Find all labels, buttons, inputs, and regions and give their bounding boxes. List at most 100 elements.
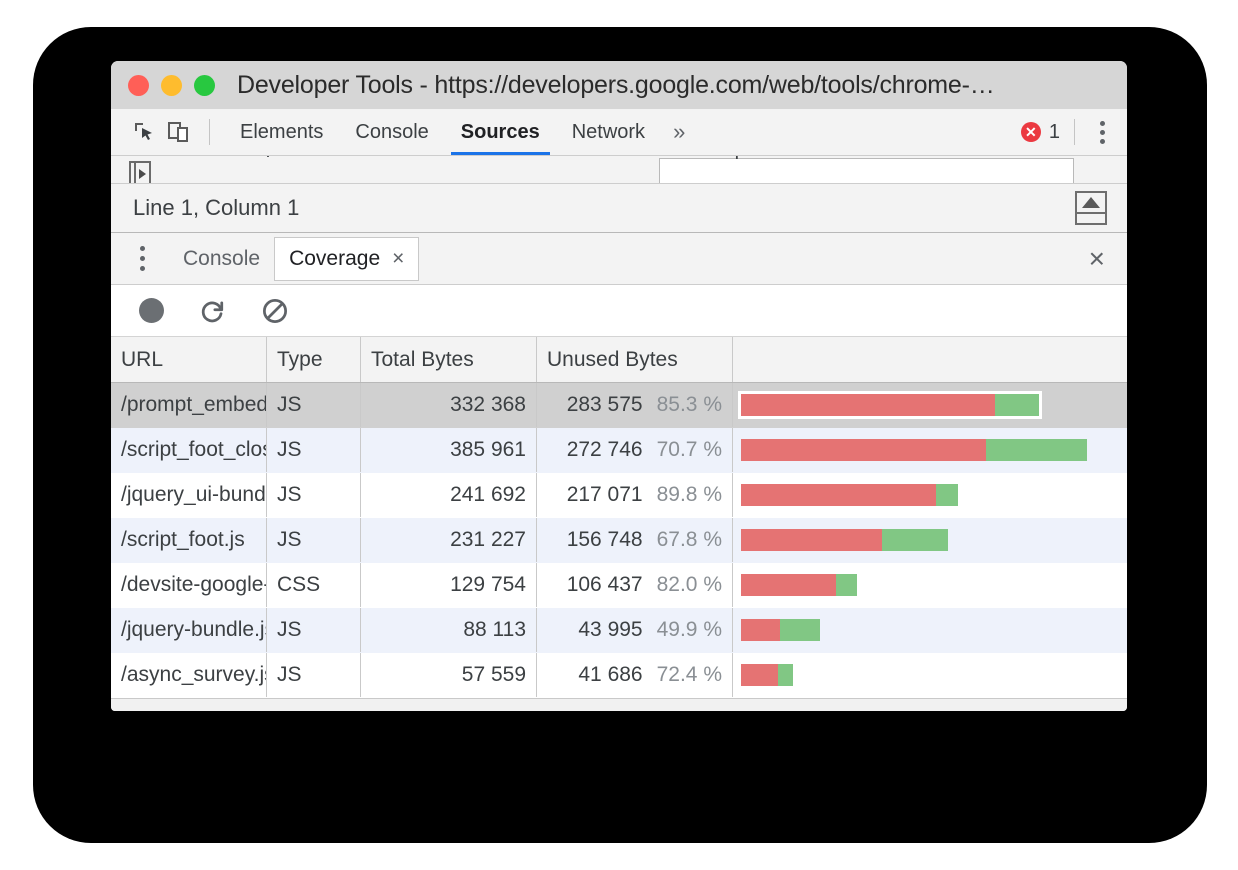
- devtools-window: Developer Tools - https://developers.goo…: [111, 61, 1127, 711]
- tab-elements[interactable]: Elements: [224, 109, 339, 155]
- coverage-bar-used: [935, 484, 958, 506]
- window-title-bar: Developer Tools - https://developers.goo…: [111, 61, 1127, 109]
- toolbar-divider: [1074, 119, 1075, 145]
- cell-unused-bytes: 283 575 85.3 %: [537, 383, 733, 427]
- cell-unused-bytes: 217 071 89.8 %: [537, 473, 733, 517]
- cell-total-bytes: 88 113: [361, 608, 537, 652]
- column-header-unused-bytes[interactable]: Unused Bytes: [537, 337, 733, 382]
- close-drawer-icon[interactable]: ×: [1089, 244, 1105, 273]
- coverage-bar-used: [995, 394, 1039, 416]
- unused-percent-value: 70.7 %: [656, 438, 722, 461]
- table-row[interactable]: /devsite-google-blue.cssCSS129 754106 43…: [111, 563, 1127, 608]
- more-tabs-icon[interactable]: »: [661, 109, 697, 155]
- search-input-clipped-text: search placeholder: [669, 156, 838, 161]
- unused-percent-value: 89.8 %: [656, 483, 722, 506]
- cell-coverage-bar: [733, 653, 1127, 697]
- kebab-menu-icon[interactable]: [1089, 117, 1115, 147]
- table-row[interactable]: /jquery_ui-bundle.jsJS241 692 217 071 89.8…: [111, 473, 1127, 518]
- unused-percent-value: 67.8 %: [656, 528, 722, 551]
- cell-coverage-bar: [733, 563, 1127, 607]
- minimize-window-button[interactable]: [161, 74, 182, 96]
- cell-type: JS: [267, 608, 361, 652]
- coverage-bar-unused: [741, 664, 779, 686]
- window-title: Developer Tools - https://developers.goo…: [237, 70, 995, 99]
- cell-total-bytes: 332 368: [361, 383, 537, 427]
- table-row[interactable]: /script_foot_closure.jsJS385 961 272 746 7…: [111, 428, 1127, 473]
- clear-icon[interactable]: [259, 295, 291, 327]
- column-header-visualization[interactable]: [733, 337, 1127, 382]
- cursor-position-text: Line 1, Column 1: [133, 195, 300, 220]
- unused-bytes-value: 272 746: [566, 438, 643, 461]
- column-header-type[interactable]: Type: [267, 337, 361, 382]
- coverage-bar: [741, 664, 793, 686]
- cell-url: /async_survey.js: [111, 653, 267, 697]
- unused-bytes-value: 156 748: [566, 528, 643, 551]
- coverage-bar-unused: [741, 529, 882, 551]
- cell-coverage-bar: [733, 428, 1127, 472]
- table-row[interactable]: /script_foot.js JS 231 227 156 748 67.8 %: [111, 518, 1127, 563]
- unused-percent-value: 82.0 %: [656, 573, 722, 596]
- cell-unused-bytes: 106 437 82.0 %: [537, 563, 733, 607]
- coverage-footer: 1.1 MB of 1.5 MB bytes are not used. (76…: [111, 698, 1127, 711]
- close-coverage-tab-icon[interactable]: ×: [392, 247, 404, 271]
- cell-type: JS: [267, 653, 361, 697]
- table-row[interactable]: /jquery-bundle.js JS 88 113 43 995 49.9 %: [111, 608, 1127, 653]
- maximize-window-button[interactable]: [194, 74, 215, 96]
- close-window-button[interactable]: [128, 74, 149, 96]
- unused-percent-value: 72.4 %: [656, 663, 722, 686]
- drawer-tab-console[interactable]: Console: [169, 237, 274, 281]
- screenshot-stage: Developer Tools - https://developers.goo…: [0, 0, 1238, 870]
- show-navigator-icon[interactable]: [129, 161, 151, 183]
- cell-coverage-bar: [733, 608, 1127, 652]
- tab-sources[interactable]: Sources: [445, 109, 556, 155]
- search-row-clipped-text: file search placeholder: [169, 156, 369, 159]
- record-icon[interactable]: [135, 295, 167, 327]
- toolbar-divider: [209, 119, 210, 145]
- cell-coverage-bar: [733, 473, 1127, 517]
- collapse-editor-icon[interactable]: [1075, 191, 1107, 225]
- column-header-total-bytes[interactable]: Total Bytes: [361, 337, 537, 382]
- cell-unused-bytes: 272 746 70.7 %: [537, 428, 733, 472]
- coverage-bar: [738, 391, 1042, 419]
- cell-url: /jquery_ui-bundle.js: [111, 473, 267, 517]
- coverage-table: URL Type Total Bytes Unused Bytes /promp…: [111, 337, 1127, 698]
- error-badge[interactable]: ✕ 1: [1020, 121, 1060, 144]
- cell-url: /script_foot.js: [111, 518, 267, 562]
- unused-bytes-value: 283 575: [566, 393, 643, 416]
- coverage-bar-unused: [741, 574, 837, 596]
- coverage-bar-unused: [741, 619, 781, 641]
- drawer-tab-bar: Console Coverage × ×: [111, 233, 1127, 285]
- drawer-menu-icon[interactable]: [129, 242, 155, 276]
- cell-total-bytes: 231 227: [361, 518, 537, 562]
- search-input[interactable]: [659, 158, 1074, 183]
- coverage-summary-text: 1.1 MB of 1.5 MB bytes are not used. (76…: [135, 708, 563, 711]
- coverage-bar: [741, 529, 949, 551]
- table-row[interactable]: /prompt_embed.jsJS332 368 283 575 85.3 %: [111, 383, 1127, 428]
- coverage-bar-unused: [741, 394, 996, 416]
- search-row-overflow-icon[interactable]: »: [1056, 156, 1067, 163]
- inspect-element-icon[interactable]: [127, 115, 161, 149]
- unused-percent-value: 85.3 %: [656, 393, 722, 416]
- cell-url: /script_foot_closure.js: [111, 428, 267, 472]
- reload-icon[interactable]: [197, 295, 229, 327]
- unused-bytes-value: 41 686: [578, 663, 643, 686]
- traffic-lights: [128, 74, 215, 96]
- column-header-url[interactable]: URL: [111, 337, 267, 382]
- device-toolbar-icon[interactable]: [161, 115, 195, 149]
- unused-bytes-value: 106 437: [566, 573, 643, 596]
- drawer-tab-coverage[interactable]: Coverage ×: [274, 236, 420, 281]
- cell-type: CSS: [267, 563, 361, 607]
- cell-unused-bytes: 43 995 49.9 %: [537, 608, 733, 652]
- drawer-tab-label: Coverage: [289, 246, 381, 270]
- cell-type: JS: [267, 473, 361, 517]
- unused-bytes-value: 43 995: [578, 618, 643, 641]
- coverage-bar-used: [881, 529, 949, 551]
- tab-network[interactable]: Network: [556, 109, 661, 155]
- error-circle-icon: ✕: [1020, 122, 1041, 142]
- cell-unused-bytes: 156 748 67.8 %: [537, 518, 733, 562]
- coverage-bar: [741, 619, 820, 641]
- tab-console[interactable]: Console: [339, 109, 444, 155]
- table-row[interactable]: /async_survey.js JS 57 559 41 686 72.4 %: [111, 653, 1127, 698]
- sources-search-row: file search placeholder search placehold…: [111, 156, 1127, 184]
- panel-tabs: Elements Console Sources Network »: [224, 109, 697, 155]
